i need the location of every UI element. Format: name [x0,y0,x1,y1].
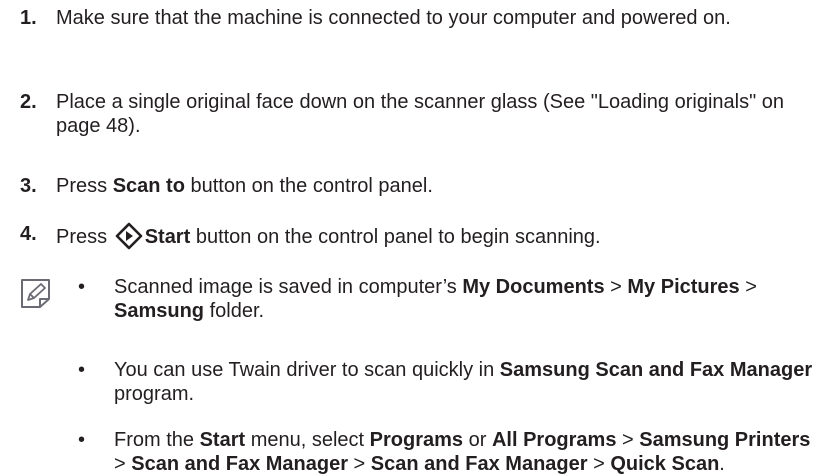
instruction-page: 1. Make sure that the machine is connect… [0,0,833,475]
step-number: 2. [20,91,37,113]
note-bullet-3: • From the Start menu, select Programs o… [78,428,819,476]
step-number: 3. [20,175,37,197]
step-2: 2. Place a single original face down on … [20,90,821,138]
note-bullet-2: • You can use Twain driver to scan quick… [78,358,819,406]
start-diamond-icon [115,222,142,250]
step-number: 1. [20,7,37,29]
note-pencil-icon [21,279,50,308]
step-text: Make sure that the machine is connected … [56,7,731,29]
start-button-name: Start [144,226,191,248]
note-bullet-1: • Scanned image is saved in computer’s M… [78,275,819,323]
scan-to-button-name: Scan to [112,175,185,197]
bullet-text: Scanned image is saved in computer’s My … [114,276,757,322]
bullet-mark: • [78,276,86,298]
step-1: 1. Make sure that the machine is connect… [20,6,821,30]
step-text: Press Scan to button on the control pane… [56,175,433,197]
step-text: Press Start button on the control panel … [56,222,821,250]
step-number: 4. [20,223,37,245]
bullet-text: You can use Twain driver to scan quickly… [114,359,813,405]
bullet-mark: • [78,359,86,381]
step-3: 3. Press Scan to button on the control p… [20,174,821,198]
step-text: Place a single original face down on the… [56,91,784,137]
step-4: 4. Press Start button on the control pan… [20,222,821,250]
bullet-text: From the Start menu, select Programs or … [114,429,811,475]
bullet-mark: • [78,429,86,451]
